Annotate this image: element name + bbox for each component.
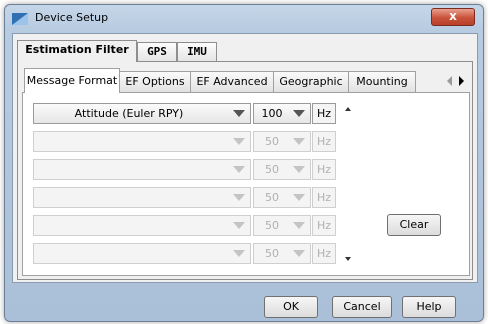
scroll-up-icon[interactable] [343,105,353,113]
tab-gps[interactable]: GPS [137,42,177,61]
chevron-down-icon [233,110,245,117]
rate-select-value: 50 [265,163,279,176]
message-select-value [34,244,224,263]
close-button[interactable]: x [431,8,475,26]
rate-select[interactable]: 100 [253,103,311,124]
tab-ef-options[interactable]: EF Options [119,71,191,92]
estimation-filter-panel: Message Format EF Options EF Advanced Ge… [17,61,473,280]
cancel-button[interactable]: Cancel [332,296,392,318]
tab-mounting[interactable]: Mounting [348,71,416,92]
message-row: 50 Hz [33,131,343,152]
rate-select-value: 50 [265,191,279,204]
rate-select: 50 [253,131,311,152]
chevron-down-icon [293,250,305,257]
client-area: Estimation Filter GPS IMU Message Format… [12,33,478,283]
title-bar[interactable]: Device Setup x [5,5,483,31]
rate-unit-label: Hz [312,187,336,208]
rate-select-value: 50 [265,135,279,148]
tab-message-format[interactable]: Message Format [24,68,120,93]
chevron-down-icon [293,166,305,173]
message-select-value [34,188,224,207]
chevron-down-icon [293,222,305,229]
message-select-value [34,132,224,151]
message-row: 50 Hz [33,215,343,236]
chevron-down-icon [293,138,305,145]
chevron-down-icon [233,250,245,257]
rate-select: 50 [253,243,311,264]
arrow-left-icon[interactable] [444,73,455,89]
message-select [33,187,251,208]
arrow-right-icon[interactable] [456,73,467,89]
message-select [33,159,251,180]
rate-select-value: 50 [265,219,279,232]
message-rows: Attitude (Euler RPY) 100 Hz 50 Hz 50 Hz … [33,103,343,269]
rate-select-value: 50 [265,247,279,260]
message-format-panel: Attitude (Euler RPY) 100 Hz 50 Hz 50 Hz … [22,92,470,276]
vertical-scrollbar[interactable] [341,103,355,269]
device-setup-window: Device Setup x Estimation Filter GPS IMU… [4,4,484,322]
clear-button[interactable]: Clear [387,214,441,236]
chevron-down-icon [233,166,245,173]
rate-select: 50 [253,159,311,180]
help-button[interactable]: Help [402,296,456,318]
tab-geographic[interactable]: Geographic [273,71,349,92]
chevron-down-icon [233,194,245,201]
message-select [33,243,251,264]
rate-unit-label: Hz [312,215,336,236]
window-title: Device Setup [35,11,109,24]
message-row: Attitude (Euler RPY) 100 Hz [33,103,343,124]
rate-unit-label: Hz [312,159,336,180]
rate-select: 50 [253,215,311,236]
message-select-value [34,216,224,235]
rate-unit-label: Hz [312,243,336,264]
tab-estimation-filter[interactable]: Estimation Filter [17,40,137,62]
message-row: 50 Hz [33,187,343,208]
chevron-down-icon [233,222,245,229]
rate-unit-label: Hz [312,103,336,124]
tab-ef-advanced[interactable]: EF Advanced [190,71,274,92]
rate-select-value: 100 [261,107,283,120]
message-select [33,131,251,152]
ok-button[interactable]: OK [264,296,318,318]
scroll-down-icon[interactable] [343,255,353,263]
rate-select: 50 [253,187,311,208]
message-select [33,215,251,236]
tab-scroll-buttons [444,73,468,89]
chevron-down-icon [293,194,305,201]
message-select-value [34,160,224,179]
message-select[interactable]: Attitude (Euler RPY) [33,103,251,124]
message-select-value: Attitude (Euler RPY) [74,107,184,120]
message-row: 50 Hz [33,243,343,264]
chevron-down-icon [293,110,305,117]
message-row: 50 Hz [33,159,343,180]
app-icon [12,13,28,25]
rate-unit-label: Hz [312,131,336,152]
chevron-down-icon [233,138,245,145]
tab-imu[interactable]: IMU [177,42,217,61]
